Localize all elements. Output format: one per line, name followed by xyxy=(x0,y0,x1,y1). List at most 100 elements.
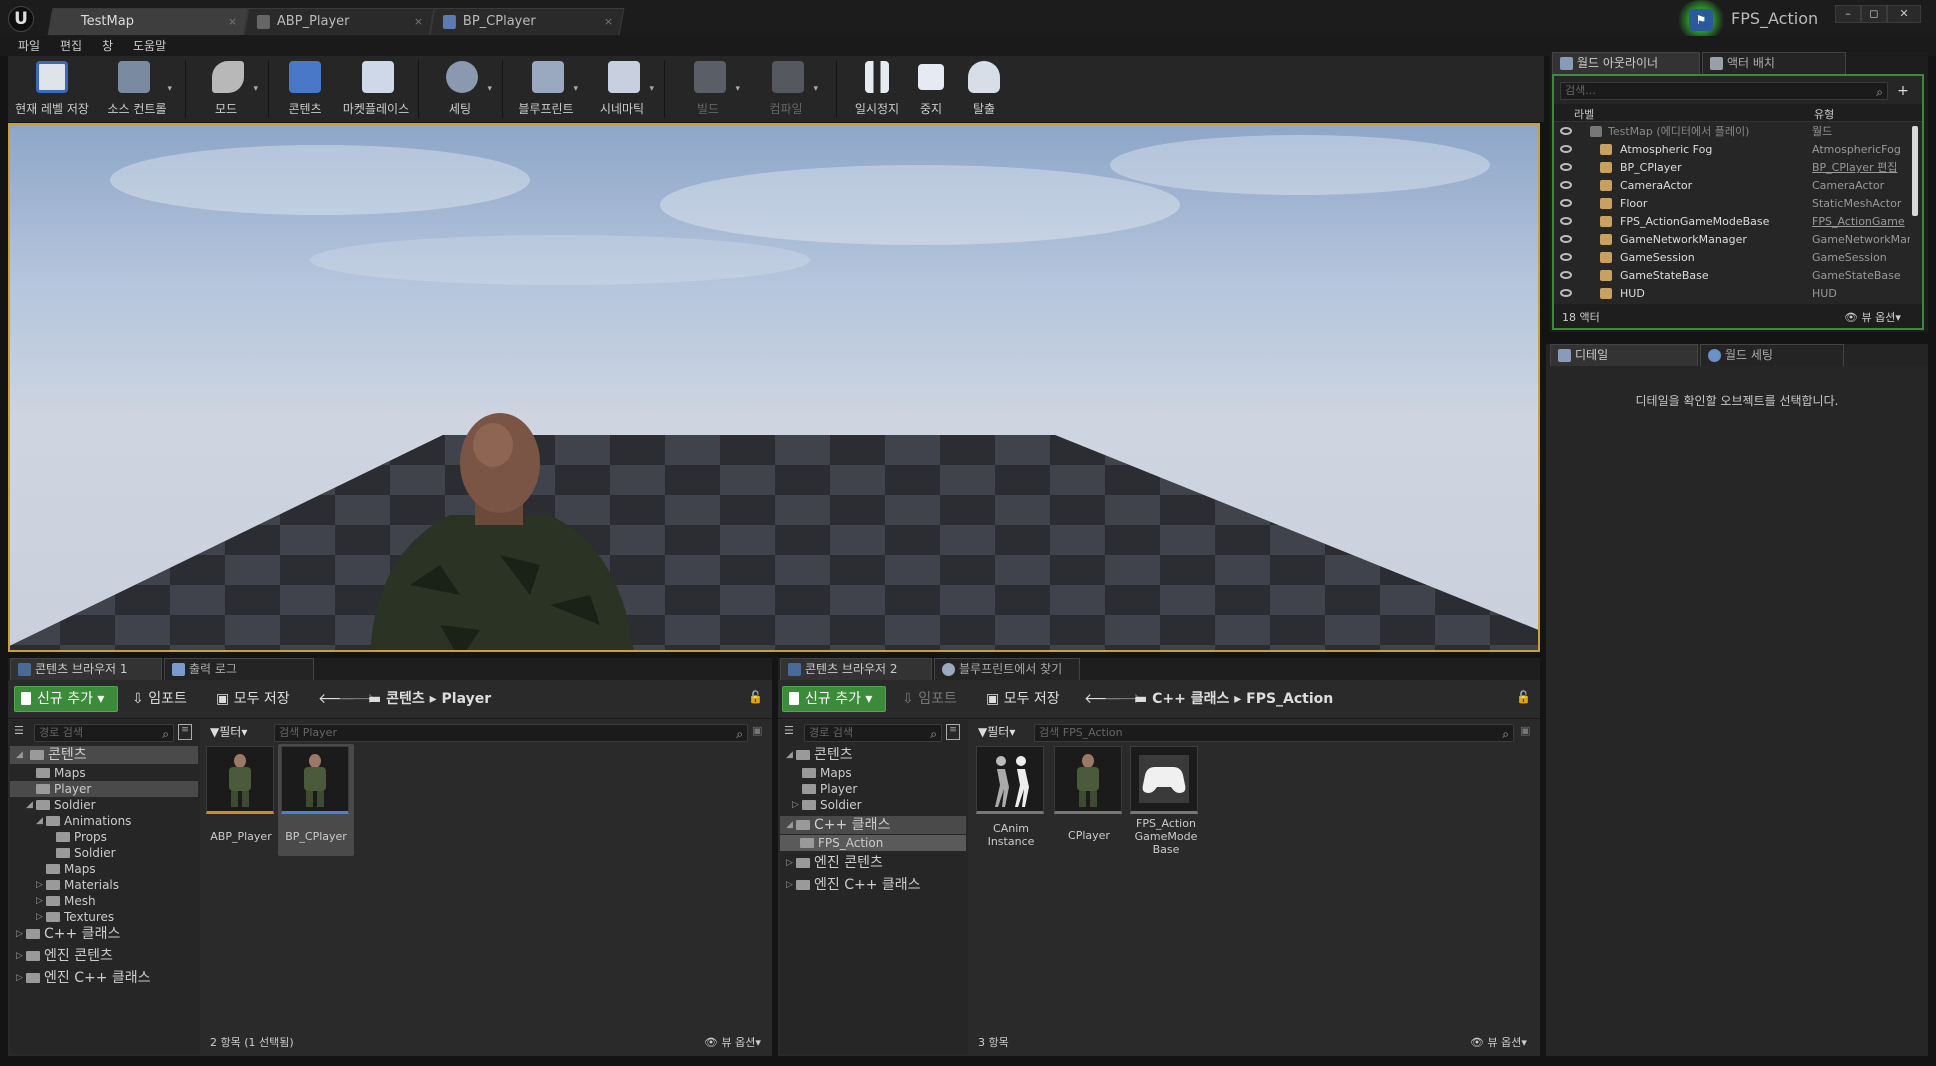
visibility-eye-icon[interactable] xyxy=(1560,127,1572,135)
tree-player[interactable]: Player xyxy=(802,781,857,797)
tree-maps[interactable]: Maps xyxy=(802,765,852,781)
chevron-down-icon[interactable]: ▾ xyxy=(813,84,818,94)
visibility-eye-icon[interactable] xyxy=(1560,217,1572,225)
chevron-down-icon[interactable]: ▾ xyxy=(649,84,654,94)
expand-icon[interactable]: ◢ xyxy=(26,797,33,813)
blueprints-button[interactable]: ▾ 블루프린트 xyxy=(508,56,584,122)
column-type[interactable]: 유형 xyxy=(1814,106,1834,122)
asset-tile[interactable]: CAnim Instance xyxy=(976,746,1046,856)
tree-options-icon[interactable]: ≡ xyxy=(946,724,960,740)
tree-soldier-sub[interactable]: Soldier xyxy=(56,845,116,861)
outliner-row[interactable]: HUD HUD xyxy=(1554,286,1910,301)
content-button[interactable]: 콘텐츠 xyxy=(272,56,338,122)
outliner-row[interactable]: GameStateBase GameStateBase xyxy=(1554,268,1910,283)
expand-icon[interactable]: ▷ xyxy=(786,854,793,872)
marketplace-button[interactable]: 마켓플레이스 xyxy=(338,56,414,122)
outliner-row[interactable]: Floor StaticMeshActor xyxy=(1554,196,1910,211)
settings-button[interactable]: ▾ 세팅 xyxy=(422,56,498,122)
chevron-down-icon[interactable]: ▾ xyxy=(487,84,492,94)
visibility-eye-icon[interactable] xyxy=(1560,235,1572,243)
lock-icon[interactable]: 🔓 xyxy=(1516,690,1531,704)
chevron-down-icon[interactable]: ▾ xyxy=(573,84,578,94)
tab-place-actors[interactable]: 액터 배치 xyxy=(1702,52,1846,74)
asset-search-input[interactable]: 검색 FPS_Action ⌕ xyxy=(1034,724,1514,742)
path-search-input[interactable]: 경로 검색 ⌕ xyxy=(34,724,174,742)
tab-content-browser-1[interactable]: 콘텐츠 브라우저 1 xyxy=(10,658,162,680)
tab-abp-player[interactable]: ABP_Player × xyxy=(243,8,435,35)
breadcrumb-item[interactable]: FPS_Action xyxy=(1246,691,1333,707)
visibility-eye-icon[interactable] xyxy=(1560,289,1572,297)
import-button[interactable]: ⇩ 임포트 xyxy=(902,686,957,712)
tree-textures[interactable]: ▷ Textures xyxy=(36,909,114,925)
sources-toggle-icon[interactable]: ☰ xyxy=(14,724,28,738)
outliner-row[interactable]: TestMap (에디터에서 플레이) 월드 xyxy=(1554,124,1910,139)
tab-close-icon[interactable]: × xyxy=(414,9,423,35)
outliner-search-input[interactable]: 검색... ⌕ xyxy=(1560,82,1888,100)
import-button[interactable]: ⇩ 임포트 xyxy=(132,686,187,712)
path-search-input[interactable]: 경로 검색 ⌕ xyxy=(804,724,942,742)
save-all-button[interactable]: ▣ 모두 저장 xyxy=(216,686,290,712)
tree-mesh[interactable]: ▷ Mesh xyxy=(36,893,96,909)
tree-maps[interactable]: Maps xyxy=(36,765,86,781)
compile-button[interactable]: ▾ 컴파일 xyxy=(748,56,824,122)
actor-type[interactable]: FPS_ActionGame xyxy=(1812,214,1905,229)
sources-toggle-icon[interactable]: ☰ xyxy=(784,724,798,738)
actor-type[interactable]: BP_CPlayer 편집 xyxy=(1812,160,1897,175)
view-options-button[interactable]: 👁 뷰 옵션▾ xyxy=(704,1034,761,1050)
outliner-row[interactable]: FPS_ActionGameModeBase FPS_ActionGame xyxy=(1554,214,1910,229)
project-flag-icon[interactable]: ⚑ xyxy=(1689,9,1713,31)
tree-engine-cpp[interactable]: ▷ 엔진 C++ 클래스 xyxy=(786,876,921,894)
menu-help[interactable]: 도움말 xyxy=(133,36,166,56)
breadcrumb-item[interactable]: Player xyxy=(442,691,492,707)
eject-button[interactable]: 탈출 xyxy=(958,56,1010,122)
lock-icon[interactable]: 🔓 xyxy=(748,690,763,704)
view-options-button[interactable]: 👁 뷰 옵션▾ xyxy=(1844,309,1901,325)
expand-icon[interactable]: ▷ xyxy=(792,797,799,813)
save-all-button[interactable]: ▣ 모두 저장 xyxy=(986,686,1060,712)
menu-file[interactable]: 파일 xyxy=(18,36,40,56)
modes-button[interactable]: ▾ 모드 xyxy=(188,56,264,122)
menu-window[interactable]: 창 xyxy=(102,36,113,56)
tree-content[interactable]: ◢ 콘텐츠 xyxy=(10,746,198,764)
visibility-eye-icon[interactable] xyxy=(1560,271,1572,279)
level-viewport[interactable] xyxy=(8,123,1540,652)
cinematics-button[interactable]: ▾ 시네마틱 xyxy=(584,56,660,122)
tab-output-log[interactable]: 출력 로그 xyxy=(164,658,314,680)
tree-options-icon[interactable]: ≡ xyxy=(178,724,192,740)
save-search-icon[interactable]: ▣ xyxy=(1520,724,1530,737)
expand-icon[interactable]: ▷ xyxy=(16,925,23,943)
tree-cpp-classes[interactable]: ▷ C++ 클래스 xyxy=(16,925,120,943)
tab-testmap[interactable]: TestMap × xyxy=(47,8,249,35)
tree-soldier[interactable]: ◢ Soldier xyxy=(26,797,96,813)
expand-icon[interactable]: ▷ xyxy=(16,947,23,965)
tab-bp-cplayer[interactable]: BP_CPlayer × xyxy=(429,8,625,35)
tree-cpp-classes[interactable]: ◢ C++ 클래스 xyxy=(780,816,966,834)
unreal-logo-icon[interactable]: U xyxy=(8,6,34,32)
source-control-button[interactable]: ▾ 소스 컨트롤 xyxy=(96,56,178,122)
expand-icon[interactable]: ◢ xyxy=(36,813,43,829)
tree-engine-cpp[interactable]: ▷ 엔진 C++ 클래스 xyxy=(16,969,151,987)
tab-content-browser-2[interactable]: 콘텐츠 브라우저 2 xyxy=(780,658,932,680)
tree-content[interactable]: ◢ 콘텐츠 xyxy=(786,746,853,764)
visibility-eye-icon[interactable] xyxy=(1560,199,1572,207)
outliner-row[interactable]: CameraActor CameraActor xyxy=(1554,178,1910,193)
breadcrumb-item[interactable]: 콘텐츠 xyxy=(386,691,425,707)
filter-button[interactable]: ▼필터▾ xyxy=(978,722,1015,742)
expand-icon[interactable]: ▷ xyxy=(36,877,43,893)
tree-engine-content[interactable]: ▷ 엔진 콘텐츠 xyxy=(786,854,883,872)
tab-world-settings[interactable]: 월드 세팅 xyxy=(1700,344,1844,366)
tree-materials[interactable]: ▷ Materials xyxy=(36,877,119,893)
tree-player[interactable]: Player xyxy=(10,781,198,797)
outliner-row[interactable]: GameSession GameSession xyxy=(1554,250,1910,265)
tab-details[interactable]: 디테일 xyxy=(1550,344,1698,366)
tree-fps-action[interactable]: FPS_Action xyxy=(780,835,966,851)
build-button[interactable]: ▾ 빌드 xyxy=(670,56,746,122)
save-search-icon[interactable]: ▣ xyxy=(752,724,762,737)
breadcrumb-item[interactable]: C++ 클래스 xyxy=(1152,691,1229,707)
expand-icon[interactable]: ▷ xyxy=(16,969,23,987)
add-new-button[interactable]: 신규 추가 ▾ xyxy=(782,686,886,712)
tree-engine-content[interactable]: ▷ 엔진 콘텐츠 xyxy=(16,947,113,965)
tab-world-outliner[interactable]: 월드 아웃라이너 xyxy=(1552,52,1700,74)
minimize-button[interactable]: – xyxy=(1835,5,1861,23)
visibility-eye-icon[interactable] xyxy=(1560,181,1572,189)
